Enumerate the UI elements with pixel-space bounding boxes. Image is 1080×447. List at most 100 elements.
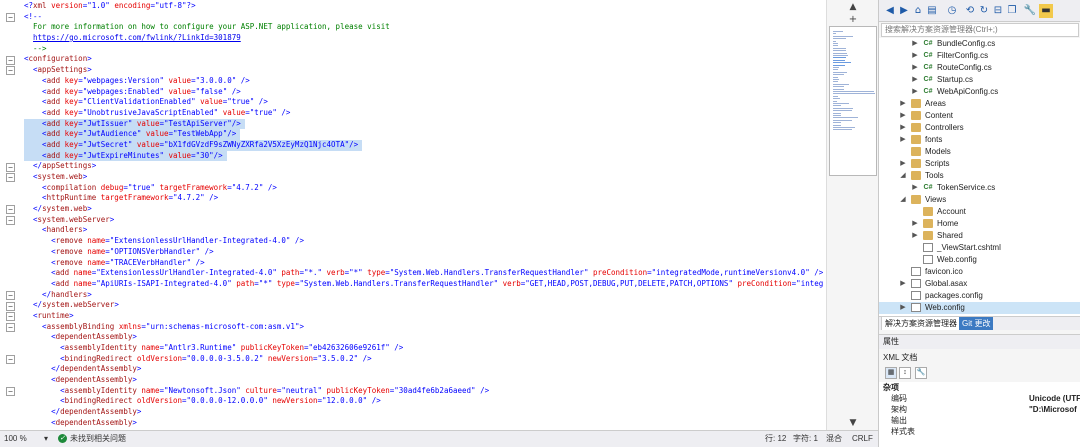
preview-icon[interactable]: ▬ (1039, 4, 1053, 18)
property-value[interactable]: Unicode (UTF (1029, 393, 1080, 404)
tree-item[interactable]: _ViewStart.cshtml (879, 242, 1080, 254)
fold-toggle-icon[interactable]: − (6, 12, 15, 22)
alphabetical-icon[interactable]: ↕ (899, 367, 911, 379)
tree-item[interactable]: ▶ C# WebApiConfig.cs (879, 86, 1080, 98)
expand-arrow-icon[interactable]: ▶ (911, 230, 919, 242)
code-line[interactable]: </handlers> (24, 290, 824, 301)
fold-toggle-icon[interactable]: − (6, 205, 15, 215)
tree-item[interactable]: ◢ Views (879, 194, 1080, 206)
code-line[interactable]: <bindingRedirect oldVersion="0.0.0.0-12.… (24, 396, 824, 407)
tree-item[interactable]: ▶ C# TokenService.cs (879, 182, 1080, 194)
code-line[interactable]: <remove name="TRACEVerbHandler" /> (24, 258, 824, 269)
code-line[interactable]: <assemblyIdentity name="Newtonsoft.Json"… (24, 386, 824, 397)
tree-item[interactable]: ◢ Tools (879, 170, 1080, 182)
fold-toggle-icon[interactable]: − (6, 290, 15, 300)
tree-item[interactable]: ▶ C# FilterConfig.cs (879, 50, 1080, 62)
expand-arrow-icon[interactable]: ▶ (911, 182, 919, 194)
editor-scrollbar-map[interactable]: ▲ + ▼ (826, 0, 878, 430)
expand-arrow-icon[interactable]: ▶ (899, 302, 907, 314)
code-line[interactable]: <add name="ExtensionlessUrlHandler-Integ… (24, 268, 824, 279)
code-line[interactable]: </dependentAssembly> (24, 407, 824, 418)
tree-item[interactable]: ▶ Global.asax (879, 278, 1080, 290)
tree-item[interactable]: ▶ Content (879, 110, 1080, 122)
fold-toggle-icon[interactable]: − (6, 55, 15, 65)
code-line[interactable]: <add key="webpages:Enabled" value="false… (24, 87, 824, 98)
code-line[interactable]: <add key="ClientValidationEnabled" value… (24, 97, 824, 108)
tree-item[interactable]: ▶ Shared (879, 230, 1080, 242)
code-line[interactable]: <system.webServer> (24, 215, 824, 226)
code-line[interactable]: <dependentAssembly> (24, 332, 824, 343)
code-line[interactable]: <httpRuntime targetFramework="4.7.2" /> (24, 193, 824, 204)
code-line[interactable]: <add name="ApiURIs-ISAPI-Integrated-4.0"… (24, 279, 824, 290)
code-line[interactable]: <add key="JwtIssuer" value="TestApiServe… (24, 118, 824, 130)
property-row[interactable]: 输出 (879, 415, 1080, 426)
solution-tree[interactable]: ▶ C# BundleConfig.cs ▶ C# FilterConfig.cs ▶ C# R… (879, 38, 1080, 316)
tree-item[interactable]: favicon.ico (879, 266, 1080, 278)
code-line[interactable]: <!-- (24, 12, 824, 23)
expand-arrow-icon[interactable]: ▶ (911, 86, 919, 98)
code-line[interactable]: <?xml version="1.0" encoding="utf-8"?> (24, 1, 824, 12)
code-line[interactable]: <add key="JwtSecret" value="bX1fdGVzdF9s… (24, 139, 824, 151)
solution-search-input[interactable]: 搜索解决方案资源管理器(Ctrl+;) (881, 23, 1079, 37)
fold-toggle-icon[interactable]: − (6, 66, 15, 76)
collapse-all-icon[interactable]: ⊟ (991, 4, 1005, 18)
tree-item[interactable]: Account (879, 206, 1080, 218)
split-window-icon[interactable]: + (827, 14, 879, 26)
tab-git-changes[interactable]: Git 更改 (959, 317, 994, 330)
code-view[interactable]: <?xml version="1.0" encoding="utf-8"?> <!… (24, 0, 824, 430)
scroll-down-icon[interactable]: ▼ (827, 416, 879, 430)
code-line[interactable]: https://go.microsoft.com/fwlink/?LinkId=… (24, 33, 824, 44)
tree-item[interactable]: packages.config (879, 290, 1080, 302)
code-line[interactable]: <assemblyBinding xmlns="urn:schemas-micr… (24, 322, 824, 333)
expand-arrow-icon[interactable]: ◢ (899, 170, 907, 182)
code-line[interactable]: <compilation debug="true" targetFramewor… (24, 183, 824, 194)
tree-item[interactable]: ▶ C# BundleConfig.cs (879, 38, 1080, 50)
code-line[interactable]: <remove name="OPTIONSVerbHandler" /> (24, 247, 824, 258)
expand-arrow-icon[interactable]: ▶ (899, 134, 907, 146)
fold-toggle-icon[interactable]: − (6, 216, 15, 225)
code-line[interactable]: <handlers> (24, 225, 824, 236)
show-all-files-icon[interactable]: ❐ (1005, 4, 1019, 18)
code-editor[interactable]: − − − − − − − − − − − − − <?xml version="1.0" encodi… (0, 0, 825, 430)
line-ending[interactable]: CRLF (852, 431, 873, 447)
code-line[interactable]: <runtime> (24, 311, 824, 322)
expand-arrow-icon[interactable]: ▶ (911, 218, 919, 230)
fold-toggle-icon[interactable]: − (6, 387, 15, 397)
fold-toggle-icon[interactable]: − (6, 312, 15, 322)
code-minimap[interactable] (829, 26, 877, 176)
forward-icon[interactable]: ▶ (897, 4, 911, 18)
code-line[interactable]: <assemblyIdentity name="Antlr3.Runtime" … (24, 343, 824, 354)
tree-item[interactable]: Models (879, 146, 1080, 158)
code-line[interactable]: </system.webServer> (24, 300, 824, 311)
tree-item[interactable]: ▶ C# Startup.cs (879, 74, 1080, 86)
code-line[interactable]: <dependentAssembly> (24, 375, 824, 386)
sync-icon[interactable]: ⟲ (963, 4, 977, 18)
code-line[interactable]: <dependentAssembly> (24, 418, 824, 429)
code-line[interactable]: </appSettings> (24, 161, 824, 172)
expand-arrow-icon[interactable]: ▶ (899, 278, 907, 290)
refresh-icon[interactable]: ↻ (977, 4, 991, 18)
properties-grid[interactable]: 杂项 编码 Unicode (UTF 架构 "D:\Microsof 输出 样式… (879, 382, 1080, 447)
tree-item[interactable]: ▶ Areas (879, 98, 1080, 110)
code-line[interactable]: <add key="UnobtrusiveJavaScriptEnabled" … (24, 108, 824, 119)
zoom-dropdown-icon[interactable]: ▾ (44, 431, 48, 447)
expand-arrow-icon[interactable]: ▶ (911, 62, 919, 74)
property-row[interactable]: 编码 Unicode (UTF (879, 393, 1080, 404)
tree-item[interactable]: ▶ C# RouteConfig.cs (879, 62, 1080, 74)
property-value[interactable]: "D:\Microsof (1029, 404, 1077, 415)
categorized-icon[interactable]: ▦ (885, 367, 897, 379)
fold-toggle-icon[interactable]: − (6, 323, 15, 332)
fold-toggle-icon[interactable]: − (6, 162, 15, 172)
properties-wrench-icon[interactable]: 🔧 (1023, 4, 1037, 18)
whitespace-mode[interactable]: 混合 (826, 431, 842, 447)
home-icon[interactable]: ⌂ (911, 4, 925, 18)
expand-arrow-icon[interactable]: ▶ (911, 74, 919, 86)
tree-item[interactable]: ▶ Scripts (879, 158, 1080, 170)
code-line[interactable]: <add key="JwtExpireMinutes" value="30"/> (24, 150, 824, 162)
issues-status[interactable]: 未找到相关问题 (70, 431, 126, 447)
tree-item[interactable]: ▶ Web.config (879, 302, 1080, 314)
expand-arrow-icon[interactable]: ▶ (899, 158, 907, 170)
properties-object[interactable]: XML 文档 (883, 353, 917, 363)
expand-arrow-icon[interactable]: ▶ (911, 50, 919, 62)
tree-item[interactable]: ▶ Home (879, 218, 1080, 230)
